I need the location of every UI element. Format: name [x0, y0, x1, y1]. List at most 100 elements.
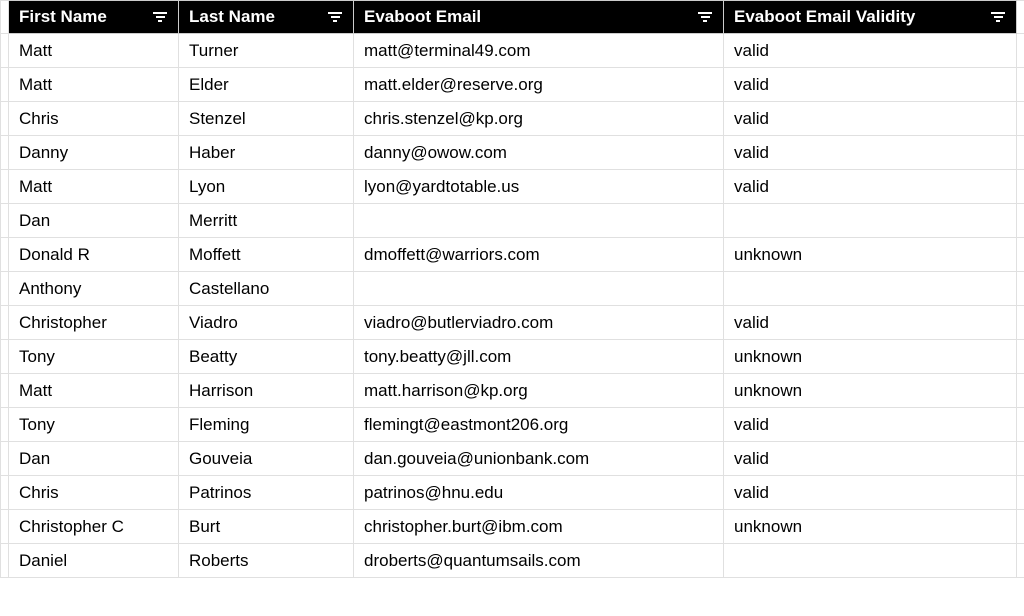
table-row: Donald RMoffettdmoffett@warriors.comunkn…	[1, 238, 1024, 272]
cell-email[interactable]: matt.harrison@kp.org	[354, 374, 724, 408]
cell-validity[interactable]	[724, 272, 1017, 306]
cell-email[interactable]: matt@terminal49.com	[354, 34, 724, 68]
table-row: TonyFlemingflemingt@eastmont206.orgvalid	[1, 408, 1024, 442]
cell-last-name[interactable]: Lyon	[179, 170, 354, 204]
row-right-stub	[1017, 510, 1024, 544]
col-header-first-name[interactable]: First Name	[9, 1, 179, 34]
cell-last-name[interactable]: Roberts	[179, 544, 354, 578]
cell-email[interactable]	[354, 204, 724, 238]
cell-email[interactable]: christopher.burt@ibm.com	[354, 510, 724, 544]
row-left-stub	[1, 204, 9, 238]
table-row: MattEldermatt.elder@reserve.orgvalid	[1, 68, 1024, 102]
cell-email[interactable]: matt.elder@reserve.org	[354, 68, 724, 102]
row-left-stub	[1, 510, 9, 544]
cell-first-name[interactable]: Christopher	[9, 306, 179, 340]
filter-icon[interactable]	[327, 11, 343, 23]
cell-email[interactable]: viadro@butlerviadro.com	[354, 306, 724, 340]
cell-last-name[interactable]: Castellano	[179, 272, 354, 306]
row-left-stub	[1, 306, 9, 340]
col-header-last-name[interactable]: Last Name	[179, 1, 354, 34]
cell-email[interactable]: lyon@yardtotable.us	[354, 170, 724, 204]
cell-last-name[interactable]: Fleming	[179, 408, 354, 442]
cell-last-name[interactable]: Moffett	[179, 238, 354, 272]
row-left-stub	[1, 238, 9, 272]
row-left-stub	[1, 34, 9, 68]
cell-last-name[interactable]: Gouveia	[179, 442, 354, 476]
cell-first-name[interactable]: Daniel	[9, 544, 179, 578]
cell-email[interactable]: danny@owow.com	[354, 136, 724, 170]
cell-first-name[interactable]: Matt	[9, 68, 179, 102]
cell-validity[interactable]: valid	[724, 102, 1017, 136]
cell-email[interactable]: tony.beatty@jll.com	[354, 340, 724, 374]
cell-last-name[interactable]: Burt	[179, 510, 354, 544]
cell-last-name[interactable]: Turner	[179, 34, 354, 68]
col-header-label: First Name	[19, 7, 107, 27]
cell-first-name[interactable]: Dan	[9, 204, 179, 238]
cell-first-name[interactable]: Matt	[9, 374, 179, 408]
cell-last-name[interactable]: Merritt	[179, 204, 354, 238]
table-row: TonyBeattytony.beatty@jll.comunknown	[1, 340, 1024, 374]
col-header-evaboot-email[interactable]: Evaboot Email	[354, 1, 724, 34]
cell-validity[interactable]: valid	[724, 476, 1017, 510]
cell-last-name[interactable]: Beatty	[179, 340, 354, 374]
table-row: DannyHaberdanny@owow.comvalid	[1, 136, 1024, 170]
cell-validity[interactable]: valid	[724, 442, 1017, 476]
header-row: First Name Last Name Evaboot Email	[1, 1, 1024, 34]
row-right-stub	[1017, 442, 1024, 476]
cell-validity[interactable]: unknown	[724, 340, 1017, 374]
cell-last-name[interactable]: Patrinos	[179, 476, 354, 510]
table-row: MattTurnermatt@terminal49.comvalid	[1, 34, 1024, 68]
table-row: DanielRobertsdroberts@quantumsails.com	[1, 544, 1024, 578]
cell-first-name[interactable]: Anthony	[9, 272, 179, 306]
cell-last-name[interactable]: Stenzel	[179, 102, 354, 136]
cell-validity[interactable]: valid	[724, 306, 1017, 340]
cell-validity[interactable]: valid	[724, 408, 1017, 442]
cell-validity[interactable]	[724, 204, 1017, 238]
cell-validity[interactable]: unknown	[724, 374, 1017, 408]
col-header-label: Evaboot Email	[364, 7, 481, 27]
cell-email[interactable]: dan.gouveia@unionbank.com	[354, 442, 724, 476]
table-row: DanMerritt	[1, 204, 1024, 238]
row-right-stub	[1017, 204, 1024, 238]
cell-first-name[interactable]: Tony	[9, 408, 179, 442]
cell-first-name[interactable]: Danny	[9, 136, 179, 170]
cell-email[interactable]: chris.stenzel@kp.org	[354, 102, 724, 136]
cell-email[interactable]: flemingt@eastmont206.org	[354, 408, 724, 442]
table-row: AnthonyCastellano	[1, 272, 1024, 306]
row-right-stub	[1017, 102, 1024, 136]
row-right-stub	[1017, 340, 1024, 374]
cell-validity[interactable]: unknown	[724, 238, 1017, 272]
row-left-stub	[1, 408, 9, 442]
col-header-email-validity[interactable]: Evaboot Email Validity	[724, 1, 1017, 34]
cell-last-name[interactable]: Elder	[179, 68, 354, 102]
cell-validity[interactable]: valid	[724, 170, 1017, 204]
cell-email[interactable]: droberts@quantumsails.com	[354, 544, 724, 578]
row-right-stub	[1017, 136, 1024, 170]
cell-email[interactable]: patrinos@hnu.edu	[354, 476, 724, 510]
filter-icon[interactable]	[697, 11, 713, 23]
cell-email[interactable]: dmoffett@warriors.com	[354, 238, 724, 272]
cell-last-name[interactable]: Harrison	[179, 374, 354, 408]
cell-email[interactable]	[354, 272, 724, 306]
cell-first-name[interactable]: Matt	[9, 170, 179, 204]
cell-first-name[interactable]: Chris	[9, 102, 179, 136]
row-left-stub	[1, 442, 9, 476]
cell-first-name[interactable]: Chris	[9, 476, 179, 510]
cell-validity[interactable]: unknown	[724, 510, 1017, 544]
filter-icon[interactable]	[152, 11, 168, 23]
cell-last-name[interactable]: Haber	[179, 136, 354, 170]
filter-icon[interactable]	[990, 11, 1006, 23]
cell-validity[interactable]: valid	[724, 136, 1017, 170]
row-right-stub	[1017, 544, 1024, 578]
cell-first-name[interactable]: Matt	[9, 34, 179, 68]
cell-first-name[interactable]: Christopher C	[9, 510, 179, 544]
cell-first-name[interactable]: Tony	[9, 340, 179, 374]
cell-first-name[interactable]: Donald R	[9, 238, 179, 272]
cell-validity[interactable]	[724, 544, 1017, 578]
cell-last-name[interactable]: Viadro	[179, 306, 354, 340]
cell-first-name[interactable]: Dan	[9, 442, 179, 476]
cell-validity[interactable]: valid	[724, 34, 1017, 68]
cell-validity[interactable]: valid	[724, 68, 1017, 102]
header-right-stub	[1017, 1, 1024, 34]
row-left-stub	[1, 374, 9, 408]
